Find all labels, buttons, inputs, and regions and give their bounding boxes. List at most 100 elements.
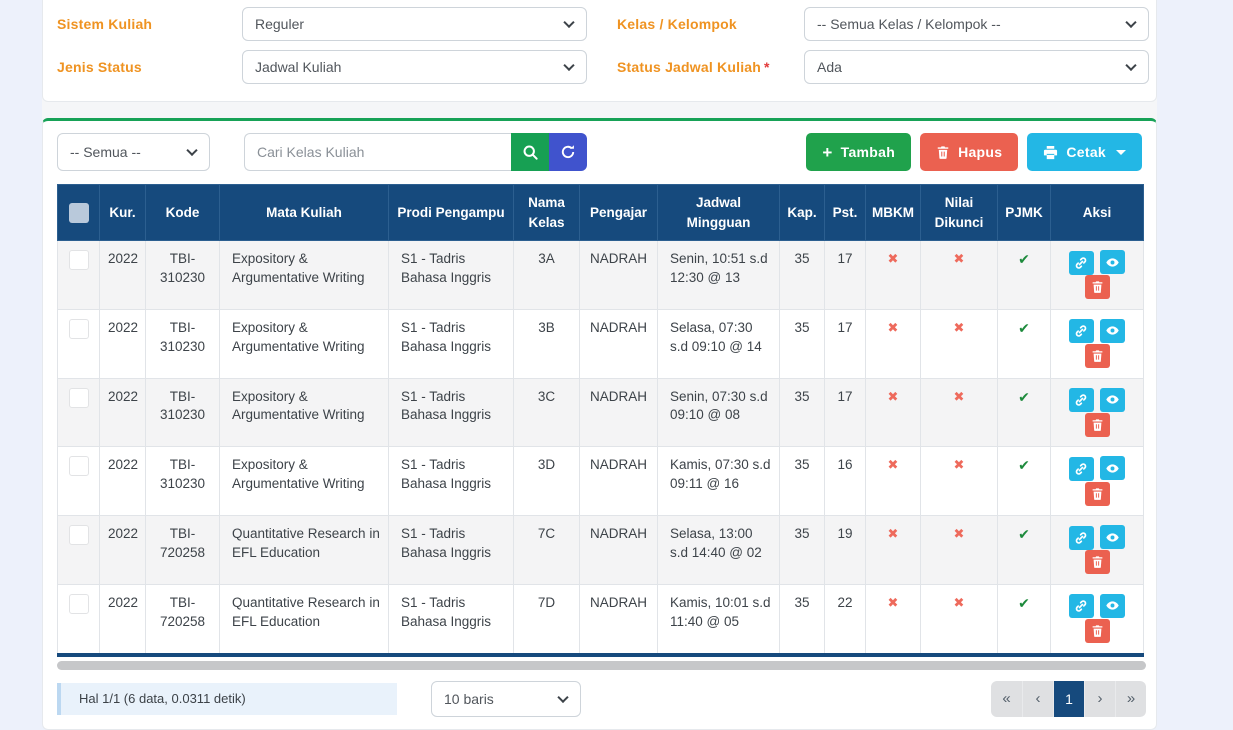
column-header-pst: Pst. [825, 185, 866, 241]
cell-pjmk-flag: ✔ [998, 309, 1051, 378]
delete-row-button[interactable] [1085, 550, 1110, 574]
filter-card: Sistem Kuliah Reguler Kelas / Kelompok -… [42, 0, 1157, 102]
view-button[interactable] [1100, 319, 1125, 343]
cell-kode: TBI-310230 [146, 309, 220, 378]
cell-kap: 35 [780, 516, 825, 585]
view-button[interactable] [1100, 594, 1125, 618]
column-header-pengajar: Pengajar [580, 185, 658, 241]
printer-icon [1043, 145, 1058, 160]
row-checkbox[interactable] [69, 388, 89, 408]
print-button[interactable]: Cetak [1027, 133, 1142, 171]
pagination-first[interactable]: « [991, 681, 1022, 717]
delete-row-button[interactable] [1085, 619, 1110, 643]
jenis-status-select[interactable]: Jadwal Kuliah [242, 50, 587, 84]
cell-kap: 35 [780, 378, 825, 447]
sistem-kuliah-select[interactable]: Reguler [242, 7, 587, 41]
add-button[interactable]: + Tambah [806, 133, 911, 171]
row-checkbox[interactable] [69, 250, 89, 270]
pagination-page-1[interactable]: 1 [1053, 681, 1084, 717]
cell-jadwal: Kamis, 07:30 s.d 09:11 @ 16 [658, 447, 780, 516]
search-button[interactable] [511, 133, 549, 171]
cell-prodi: S1 - Tadris Bahasa Inggris [389, 309, 514, 378]
row-checkbox[interactable] [69, 594, 89, 614]
cell-mbkm-flag: ✖ [866, 516, 921, 585]
cell-kode: TBI-310230 [146, 447, 220, 516]
status-jadwal-label: Status Jadwal Kuliah* [617, 59, 804, 75]
link-button[interactable] [1069, 251, 1094, 275]
horizontal-scrollbar[interactable] [57, 661, 1146, 670]
cell-pengajar: NADRAH [580, 447, 658, 516]
table-footer: Hal 1/1 (6 data, 0.0311 detik) 10 baris … [57, 681, 1142, 717]
table-row: 2022 TBI-310230 Expository & Argumentati… [58, 378, 1144, 447]
delete-row-button[interactable] [1085, 344, 1110, 368]
table-row: 2022 TBI-310230 Expository & Argumentati… [58, 447, 1144, 516]
pagination-prev[interactable]: ‹ [1022, 681, 1053, 717]
view-button[interactable] [1100, 525, 1125, 549]
link-button[interactable] [1069, 526, 1094, 550]
cell-nilai-dikunci-flag: ✖ [921, 241, 998, 310]
delete-button[interactable]: Hapus [920, 133, 1018, 171]
link-icon [1074, 599, 1088, 613]
cell-nilai-dikunci-flag: ✖ [921, 309, 998, 378]
cell-prodi: S1 - Tadris Bahasa Inggris [389, 447, 514, 516]
jenis-status-select-wrap: Jadwal Kuliah [242, 50, 587, 84]
row-checkbox[interactable] [69, 456, 89, 476]
eye-icon [1105, 255, 1120, 270]
trash-icon [1091, 280, 1104, 294]
link-icon [1074, 393, 1088, 407]
table-row: 2022 TBI-720258 Quantitative Research in… [58, 584, 1144, 654]
delete-row-button[interactable] [1085, 413, 1110, 437]
cell-kode: TBI-310230 [146, 241, 220, 310]
column-header-kur: Kur. [100, 185, 146, 241]
status-jadwal-select-wrap: Ada [804, 50, 1149, 84]
filter-all-select[interactable]: -- Semua -- [57, 133, 210, 171]
action-buttons: + Tambah Hapus Cetak [806, 133, 1142, 171]
column-header-mbkm: MBKM [866, 185, 921, 241]
cell-prodi: S1 - Tadris Bahasa Inggris [389, 378, 514, 447]
table-row: 2022 TBI-310230 Expository & Argumentati… [58, 241, 1144, 310]
column-header-kode: Kode [146, 185, 220, 241]
link-button[interactable] [1069, 319, 1094, 343]
cell-nilai-dikunci-flag: ✖ [921, 584, 998, 654]
delete-row-button[interactable] [1085, 275, 1110, 299]
search-input[interactable] [244, 133, 511, 171]
view-button[interactable] [1100, 250, 1125, 274]
row-checkbox[interactable] [69, 525, 89, 545]
select-all-checkbox[interactable] [69, 203, 89, 223]
row-checkbox[interactable] [69, 319, 89, 339]
link-button[interactable] [1069, 388, 1094, 412]
delete-row-button[interactable] [1085, 482, 1110, 506]
view-button[interactable] [1100, 456, 1125, 480]
link-button[interactable] [1069, 594, 1094, 618]
cell-kur: 2022 [100, 447, 146, 516]
cell-pjmk-flag: ✔ [998, 447, 1051, 516]
trash-icon [1091, 624, 1104, 638]
cell-nama-kelas: 3C [514, 378, 580, 447]
cell-jadwal: Senin, 07:30 s.d 09:10 @ 08 [658, 378, 780, 447]
column-header-prodi: Prodi Pengampu [389, 185, 514, 241]
kelas-kelompok-select-wrap: -- Semua Kelas / Kelompok -- [804, 7, 1149, 41]
trash-icon [1091, 349, 1104, 363]
page-size-select[interactable]: 10 baris [431, 681, 581, 717]
pagination-last[interactable]: » [1115, 681, 1146, 717]
link-icon [1074, 531, 1088, 545]
column-header-mata-kuliah: Mata Kuliah [220, 185, 389, 241]
search-icon [522, 144, 539, 161]
refresh-button[interactable] [549, 133, 587, 171]
table-body: 2022 TBI-310230 Expository & Argumentati… [58, 241, 1144, 655]
column-header-jadwal: Jadwal Mingguan [658, 185, 780, 241]
pagination-next[interactable]: › [1084, 681, 1115, 717]
cell-nilai-dikunci-flag: ✖ [921, 447, 998, 516]
cell-pjmk-flag: ✔ [998, 584, 1051, 654]
page-summary: Hal 1/1 (6 data, 0.0311 detik) [57, 683, 397, 715]
cell-nama-kelas: 3B [514, 309, 580, 378]
sistem-kuliah-label: Sistem Kuliah [57, 16, 242, 32]
cell-kode: TBI-720258 [146, 516, 220, 585]
link-button[interactable] [1069, 457, 1094, 481]
kelas-kelompok-select[interactable]: -- Semua Kelas / Kelompok -- [804, 7, 1149, 41]
cell-mbkm-flag: ✖ [866, 584, 921, 654]
kelas-kelompok-label: Kelas / Kelompok [617, 16, 804, 32]
cell-nama-kelas: 3A [514, 241, 580, 310]
status-jadwal-select[interactable]: Ada [804, 50, 1149, 84]
view-button[interactable] [1100, 388, 1125, 412]
